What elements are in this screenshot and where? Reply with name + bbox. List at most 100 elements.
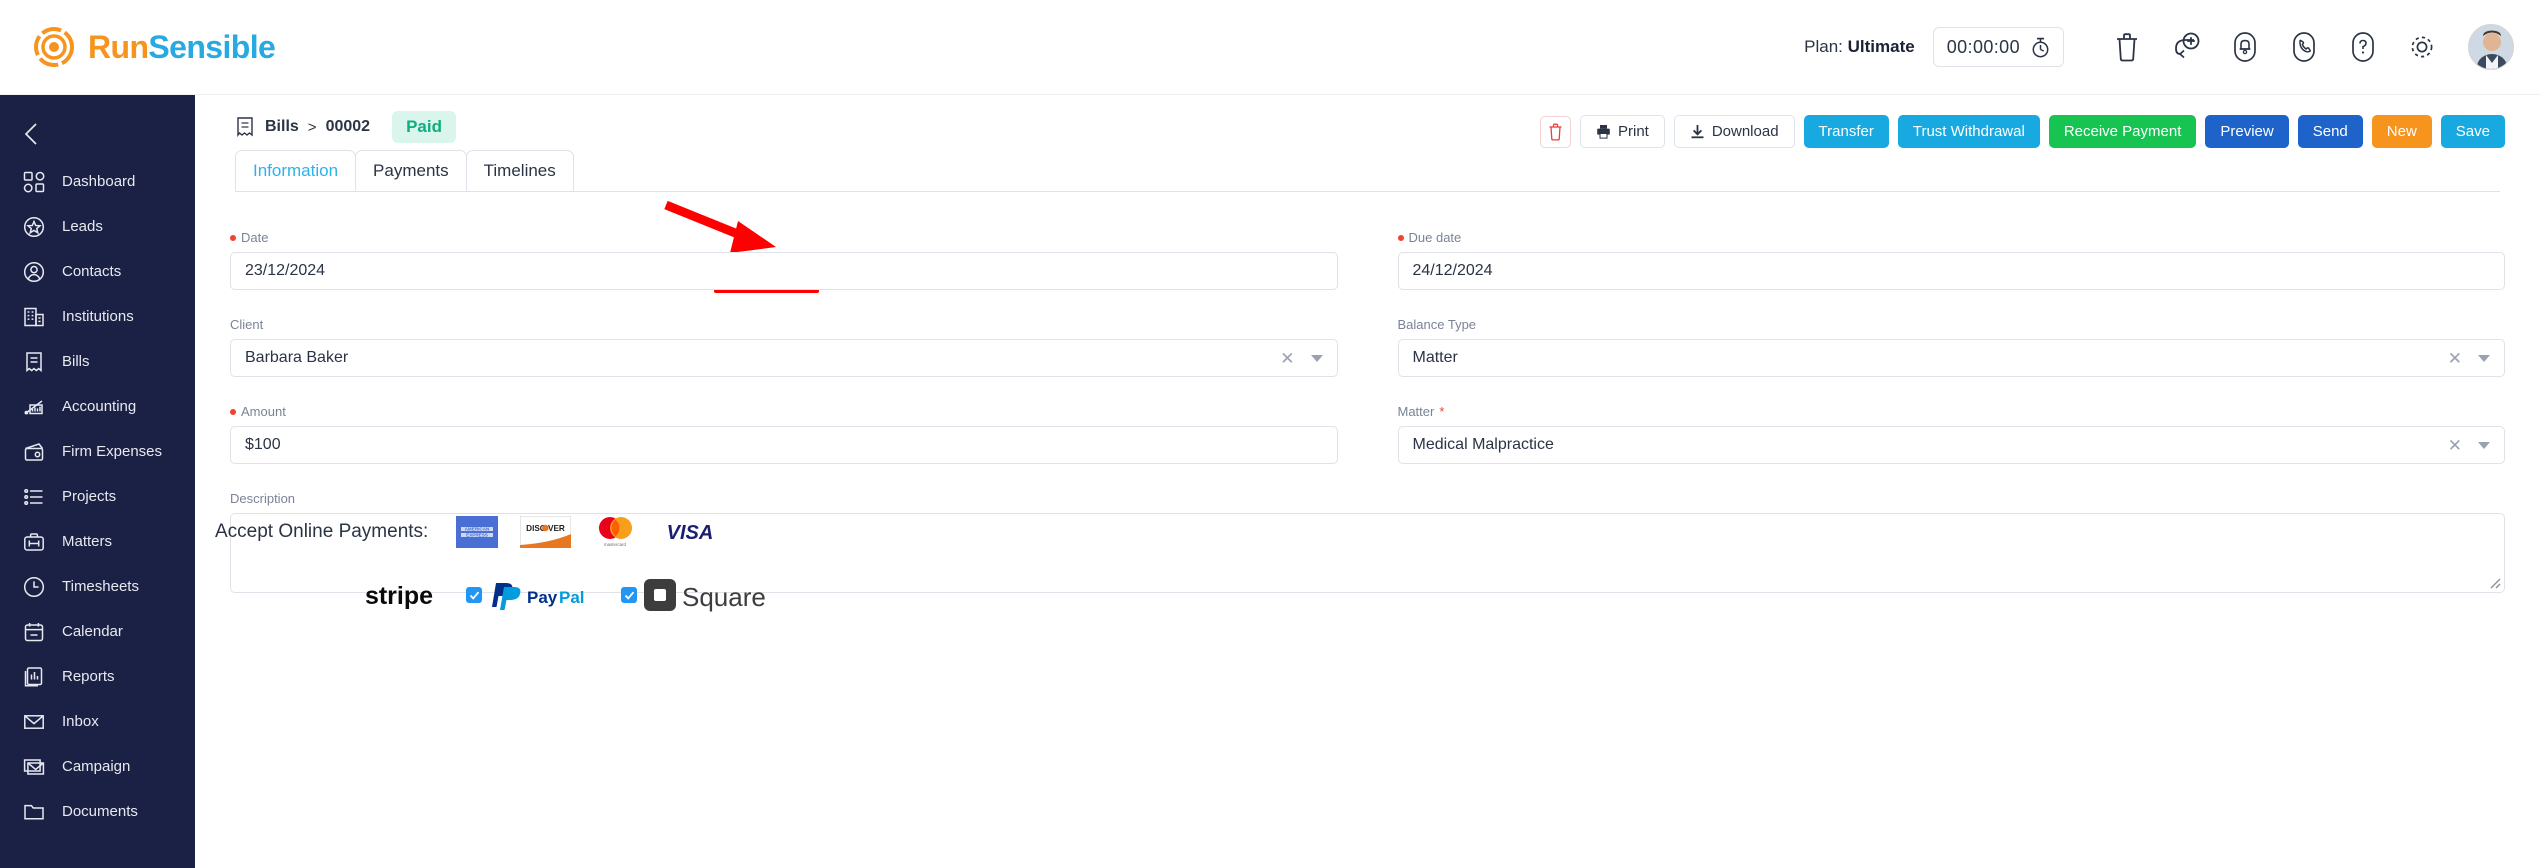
square-checkbox[interactable] (621, 587, 637, 603)
dashboard-icon (23, 171, 45, 193)
bell-icon (2234, 32, 2256, 62)
star-circle-icon (23, 216, 45, 237)
american-express-logo-icon: AMERICAN EXPRESS (456, 516, 499, 548)
download-button[interactable]: Download (1673, 115, 1795, 148)
header-notifications-button[interactable] (2219, 21, 2271, 73)
save-button[interactable]: Save (2440, 115, 2505, 148)
stopwatch-icon[interactable] (2031, 37, 2050, 58)
briefcase-icon (23, 531, 45, 553)
envelope-icon (24, 714, 44, 729)
breadcrumb-current: 00002 (325, 118, 371, 135)
building-icon (23, 306, 45, 328)
sidebar-item-timesheets[interactable]: Timesheets (0, 564, 195, 609)
sidebar-item-label: Inbox (62, 713, 99, 730)
sidebar-item-dashboard[interactable]: Dashboard (0, 159, 195, 204)
download-label: Download (1711, 123, 1779, 140)
sidebar-item-label: Institutions (62, 308, 134, 325)
trash-icon (1549, 123, 1562, 141)
delete-button[interactable] (1539, 115, 1571, 148)
sidebar-item-leads[interactable]: Leads (0, 204, 195, 249)
due-date-input[interactable]: 24/12/2024 (1397, 252, 2505, 290)
avatar[interactable] (2468, 24, 2514, 70)
required-dot-icon (1397, 234, 1404, 241)
app-logo[interactable]: RunSensible (33, 26, 276, 68)
campaign-envelope-icon (23, 758, 45, 775)
logo-run-text: Run (88, 28, 149, 65)
tab-information[interactable]: Information (235, 150, 357, 191)
required-asterisk: * (1439, 404, 1445, 419)
matter-select[interactable]: Medical Malpractice ✕ (1397, 426, 2505, 464)
balance-type-label: Balance Type (1397, 317, 1477, 332)
gear-icon (2411, 36, 2433, 58)
sidebar-item-bills[interactable]: Bills (0, 339, 195, 384)
breadcrumb-root[interactable]: Bills (265, 118, 299, 136)
print-label: Print (1617, 123, 1649, 140)
new-button[interactable]: New (2371, 115, 2432, 148)
sidebar-item-documents[interactable]: Documents (0, 789, 195, 834)
header-trash-button[interactable] (2101, 21, 2153, 73)
sidebar-item-matters[interactable]: Matters (0, 519, 195, 564)
header-help-button[interactable] (2337, 21, 2389, 73)
receipt-icon (237, 117, 253, 138)
paypal-logo-icon[interactable]: Pay Pal (487, 579, 595, 611)
wallet-icon (24, 442, 44, 461)
clear-icon[interactable]: ✕ (2448, 350, 2462, 367)
trust-withdrawal-button[interactable]: Trust Withdrawal (1897, 115, 2040, 148)
sidebar-item-firm-expenses[interactable]: Firm Expenses (0, 429, 195, 474)
sidebar-item-contacts[interactable]: Contacts (0, 249, 195, 294)
sidebar-item-institutions[interactable]: Institutions (0, 294, 195, 339)
tab-timelines[interactable]: Timelines (465, 150, 574, 191)
sidebar-item-label: Timesheets (62, 578, 139, 595)
paypal-checkbox[interactable] (466, 587, 482, 603)
chevron-down-icon[interactable] (1310, 354, 1323, 362)
timer-widget[interactable]: 00:00:00 (1932, 27, 2064, 67)
form-row-client-balance: Client Barbara Baker ✕ Balance Type Matt… (230, 317, 2505, 377)
action-buttons-toolbar: Print Download Transfer Trust Withdrawal… (1539, 115, 2505, 148)
sidebar-item-projects[interactable]: Projects (0, 474, 195, 519)
help-icon (2352, 32, 2374, 62)
balance-type-value: Matter (1412, 349, 1458, 366)
tab-payments[interactable]: Payments (355, 150, 467, 191)
sidebar-item-inbox[interactable]: Inbox (0, 699, 195, 744)
sidebar-item-label: Documents (62, 803, 138, 820)
plan-indicator: Plan: Ultimate (1804, 37, 1915, 57)
required-dot-icon (230, 408, 236, 415)
sidebar-item-campaign[interactable]: Campaign (0, 744, 195, 789)
report-icon (23, 666, 45, 688)
clear-icon[interactable]: ✕ (2448, 437, 2462, 454)
amount-input[interactable]: $100 (230, 426, 1338, 464)
svg-text:VISA: VISA (667, 522, 714, 544)
stripe-logo-icon[interactable]: stripe (360, 580, 438, 610)
send-button[interactable]: Send (2297, 115, 2363, 148)
chevron-left-icon (24, 123, 37, 145)
client-select[interactable]: Barbara Baker ✕ (230, 339, 1338, 377)
sidebar-item-label: Projects (62, 488, 117, 505)
tab-bar: Information Payments Timelines (235, 150, 2500, 192)
transfer-button[interactable]: Transfer (1803, 115, 1889, 148)
sidebar-item-calendar[interactable]: Calendar (0, 609, 195, 654)
chevron-down-icon[interactable] (2478, 354, 2490, 362)
svg-text:mastercard: mastercard (604, 542, 627, 547)
star-circle-icon (23, 216, 45, 238)
header-add-button[interactable] (2160, 21, 2212, 73)
balance-type-select[interactable]: Matter ✕ (1397, 339, 2505, 377)
sidebar-collapse-button[interactable] (0, 109, 195, 159)
payment-processors-row: stripe Pay Pal Square (215, 577, 2540, 613)
main-content: Bills > 00002 Paid Print Download Transf… (195, 95, 2540, 868)
preview-button[interactable]: Preview (2205, 115, 2289, 148)
chevron-down-icon[interactable] (2478, 441, 2490, 449)
runsensible-sun-logo-icon (34, 27, 74, 67)
date-label-text: Date (241, 230, 269, 245)
header-call-button[interactable] (2278, 21, 2330, 73)
header-settings-button[interactable] (2396, 21, 2448, 73)
clear-icon[interactable]: ✕ (1280, 350, 1294, 367)
sidebar-item-accounting[interactable]: Accounting (0, 384, 195, 429)
print-button[interactable]: Print (1579, 115, 1665, 148)
date-label: Date (230, 230, 1338, 245)
square-logo-icon[interactable]: Square (642, 577, 782, 613)
sidebar-item-reports[interactable]: Reports (0, 654, 195, 699)
date-input[interactable]: 23/12/2024 (230, 252, 1338, 290)
chart-bar-icon (24, 399, 43, 414)
required-dot-icon (230, 234, 236, 241)
receive-payment-button[interactable]: Receive Payment (2048, 115, 2197, 148)
